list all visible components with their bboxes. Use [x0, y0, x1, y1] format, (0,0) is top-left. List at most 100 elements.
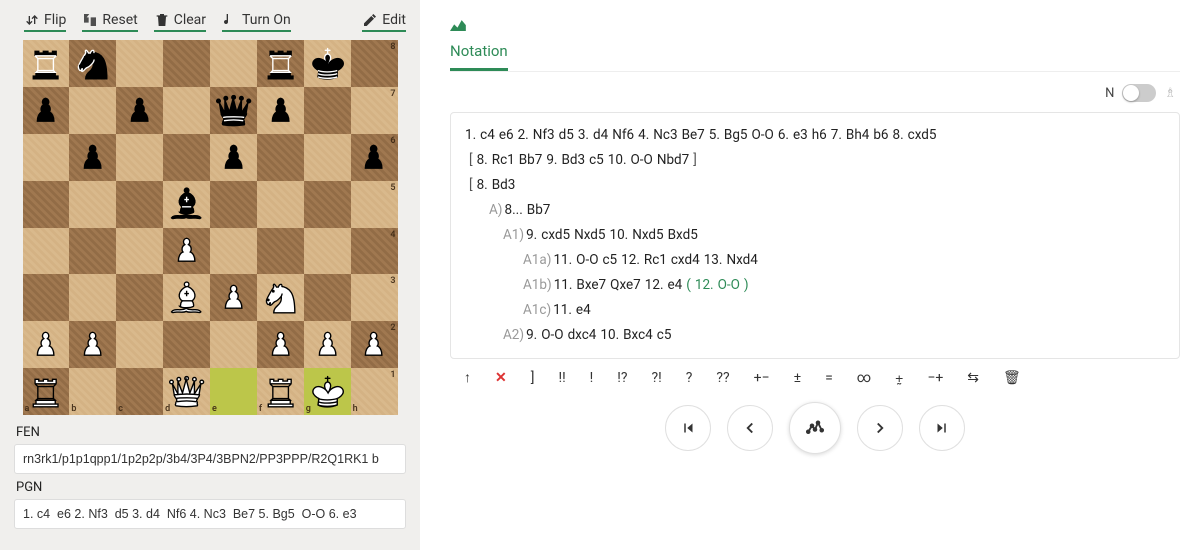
square-a6[interactable] — [23, 134, 70, 181]
square-b4[interactable] — [69, 228, 116, 275]
annotation-symbol[interactable]: ?! — [652, 370, 662, 386]
square-a2[interactable] — [23, 321, 70, 368]
square-d7[interactable] — [163, 87, 210, 134]
notation-area[interactable]: 1.c4 e6 2.Nf3 d5 3.d4 Nf6 4.Nc3 Be7 5.Bg… — [450, 112, 1180, 359]
move-token[interactable]: O-O — [541, 323, 563, 348]
piece-bK[interactable] — [307, 43, 348, 84]
pgn-input[interactable] — [14, 499, 406, 529]
move-token[interactable]: Nxd5 — [632, 223, 663, 248]
move-token[interactable]: Bd3 — [561, 148, 585, 173]
move-token[interactable]: Bd3 — [492, 173, 516, 198]
move-token[interactable]: cxd5 — [908, 123, 937, 148]
annotation-symbol[interactable]: ⨦ — [895, 370, 903, 386]
square-h4[interactable]: 4 — [351, 228, 398, 275]
square-g2[interactable] — [304, 321, 351, 368]
annotation-symbol[interactable]: ] — [531, 370, 535, 386]
square-g6[interactable] — [304, 134, 351, 181]
piece-bR[interactable] — [260, 43, 301, 84]
move-token[interactable]: b6 — [873, 123, 888, 148]
move-token[interactable]: 8. — [893, 123, 904, 148]
move-token[interactable]: O-O — [631, 148, 653, 173]
annotation-symbol[interactable]: 🗑 — [1003, 370, 1021, 386]
nav-graph-button[interactable] — [789, 402, 841, 454]
square-d3[interactable] — [163, 274, 210, 321]
square-a5[interactable] — [23, 181, 70, 228]
move-token[interactable]: Nf6 — [612, 123, 634, 148]
toggle-switch[interactable] — [1122, 84, 1156, 102]
square-e2[interactable] — [210, 321, 257, 368]
annotation-symbol[interactable]: ✕ — [495, 370, 507, 386]
move-token[interactable]: O-O — [752, 123, 774, 148]
move-token[interactable]: 12. — [621, 248, 640, 273]
move-token[interactable]: 11. — [553, 248, 572, 273]
square-f8[interactable] — [257, 40, 304, 87]
square-c2[interactable] — [116, 321, 163, 368]
flip-button[interactable]: Flip — [24, 12, 66, 32]
square-c1[interactable]: c — [116, 368, 163, 415]
piece-bP[interactable] — [25, 90, 66, 131]
square-h7[interactable]: 7 — [351, 87, 398, 134]
piece-wK[interactable] — [307, 371, 348, 412]
square-c6[interactable] — [116, 134, 163, 181]
square-h8[interactable]: 8 — [351, 40, 398, 87]
square-b8[interactable] — [69, 40, 116, 87]
annotation-symbol[interactable]: ± — [794, 370, 802, 386]
move-token[interactable]: c5 — [602, 248, 617, 273]
move-token[interactable]: cxd4 — [671, 248, 700, 273]
piece-wR[interactable] — [260, 371, 301, 412]
move-token[interactable]: 5. — [709, 123, 720, 148]
nav-last-button[interactable] — [919, 405, 965, 451]
piece-bQ[interactable] — [213, 90, 254, 131]
move-token[interactable]: O-O — [718, 273, 740, 298]
piece-wP[interactable] — [72, 324, 113, 365]
annotation-symbol[interactable]: !! — [558, 370, 565, 386]
move-token[interactable]: c5 — [589, 148, 604, 173]
move-token[interactable]: 9. — [526, 323, 537, 348]
move-token[interactable]: Rc1 — [644, 248, 667, 273]
square-e5[interactable] — [210, 181, 257, 228]
move-token[interactable]: e4 — [668, 273, 683, 298]
annotation-symbol[interactable]: −+ — [927, 370, 943, 386]
square-e1[interactable]: e — [210, 368, 257, 415]
move-token[interactable]: 2. — [518, 123, 529, 148]
move-token[interactable]: 10. — [610, 223, 629, 248]
move-token[interactable]: 8... — [505, 198, 523, 223]
move-token[interactable]: 3. — [578, 123, 589, 148]
square-a3[interactable] — [23, 274, 70, 321]
fen-input[interactable] — [14, 444, 406, 474]
move-token[interactable]: Nf3 — [533, 123, 555, 148]
piece-bP[interactable] — [72, 137, 113, 178]
annotation-symbol[interactable]: ↑ — [464, 369, 471, 386]
move-token[interactable]: [ — [469, 173, 473, 198]
square-e7[interactable] — [210, 87, 257, 134]
square-h1[interactable]: 1h — [351, 368, 398, 415]
piece-bP[interactable] — [353, 137, 394, 178]
piece-wP[interactable] — [166, 230, 207, 271]
annotation-symbol[interactable]: ! — [590, 370, 594, 386]
move-token[interactable]: Bg5 — [724, 123, 748, 148]
annotation-symbol[interactable]: ∞ — [857, 370, 871, 386]
annotation-symbol[interactable]: !? — [617, 370, 627, 386]
square-f2[interactable] — [257, 321, 304, 368]
square-g7[interactable] — [304, 87, 351, 134]
move-token[interactable]: 11. — [553, 298, 572, 323]
move-token[interactable]: [ — [469, 148, 473, 173]
move-token[interactable]: d4 — [593, 123, 608, 148]
tab-notation[interactable]: Notation — [450, 18, 508, 71]
piece-bP[interactable] — [260, 90, 301, 131]
nav-next-button[interactable] — [857, 405, 903, 451]
square-f6[interactable] — [257, 134, 304, 181]
square-e6[interactable] — [210, 134, 257, 181]
piece-wP[interactable] — [25, 324, 66, 365]
move-token[interactable]: ] — [693, 148, 697, 173]
nav-prev-button[interactable] — [727, 405, 773, 451]
piece-wB[interactable] — [166, 277, 207, 318]
move-token[interactable]: Bb7 — [527, 198, 551, 223]
piece-bB[interactable] — [166, 183, 207, 224]
move-token[interactable]: Bxe7 — [576, 273, 606, 298]
piece-bP[interactable] — [119, 90, 160, 131]
square-e3[interactable] — [210, 274, 257, 321]
move-token[interactable]: Bxc4 — [623, 323, 653, 348]
piece-wN[interactable] — [260, 277, 301, 318]
move-token[interactable]: Nc3 — [653, 123, 677, 148]
